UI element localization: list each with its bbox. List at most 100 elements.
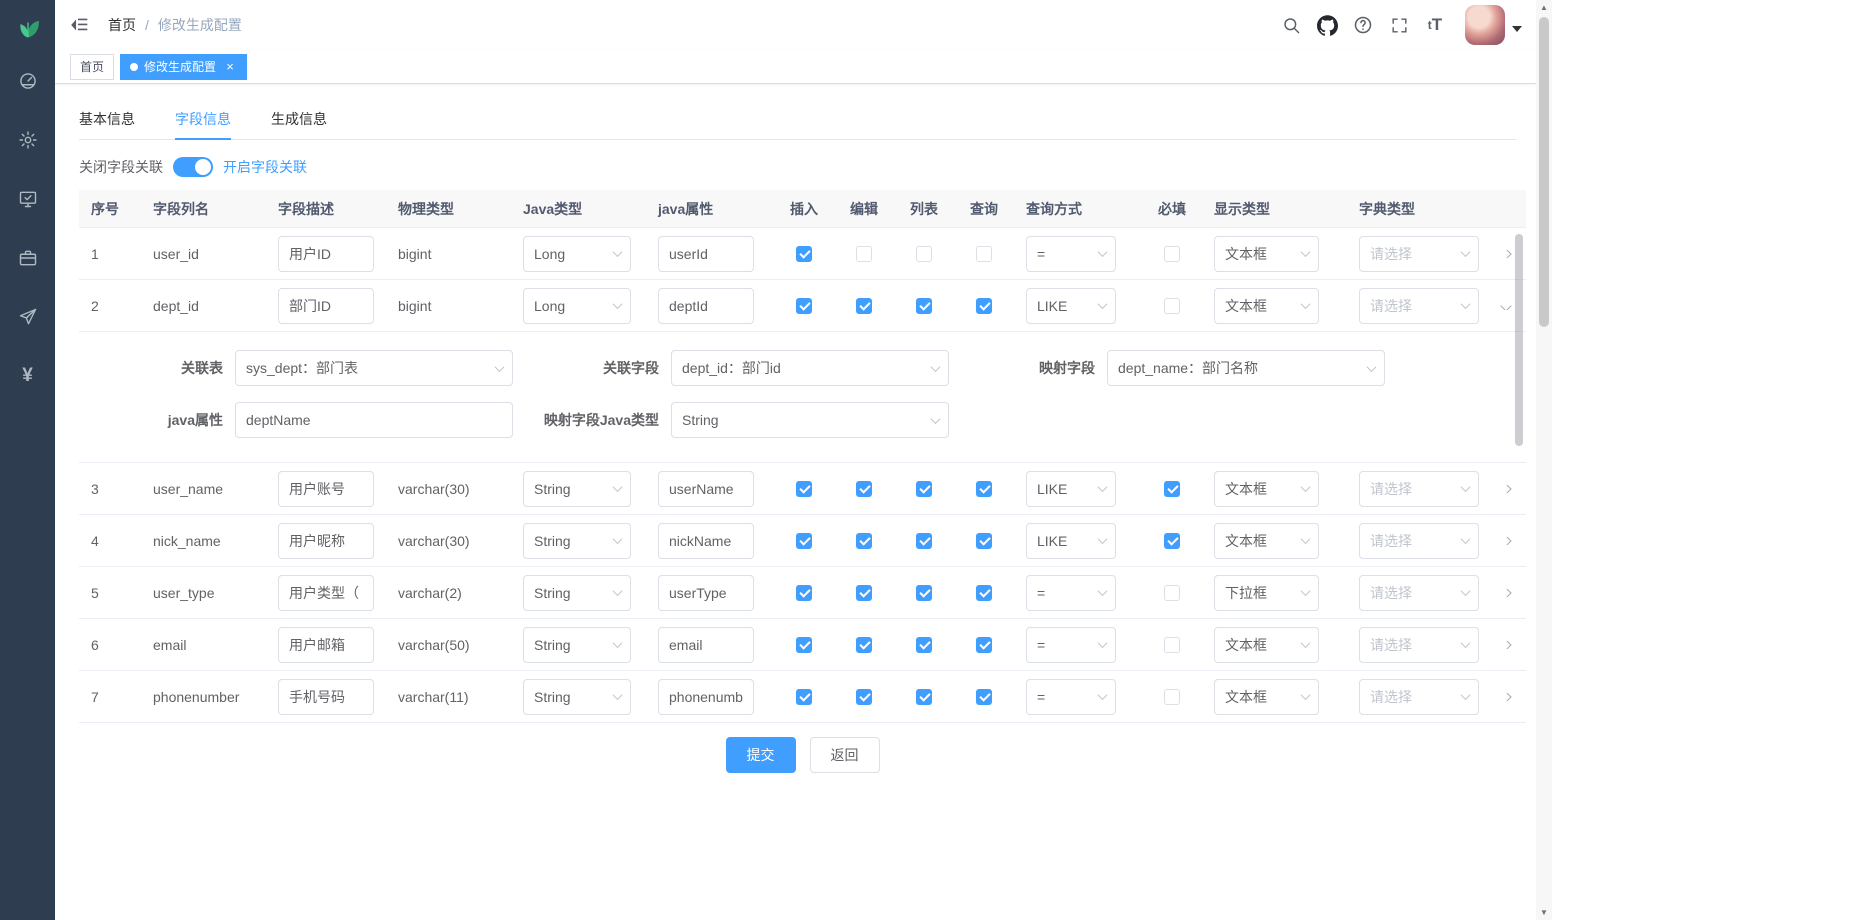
edit-checkbox[interactable] [856,481,872,497]
column-description-input[interactable] [278,288,374,324]
expand-row-icon[interactable] [1500,537,1511,545]
java-type-select[interactable]: String [523,575,631,611]
query-type-select[interactable]: LIKE [1026,288,1116,324]
list-checkbox[interactable] [916,637,932,653]
insert-checkbox[interactable] [796,637,812,653]
insert-checkbox[interactable] [796,585,812,601]
query-checkbox[interactable] [976,689,992,705]
dict-type-select[interactable]: 请选择 [1359,679,1479,715]
query-checkbox[interactable] [976,246,992,262]
paper-plane-icon[interactable] [16,305,40,329]
html-type-select[interactable]: 文本框 [1214,679,1319,715]
expand-row-icon[interactable] [1500,485,1511,493]
dict-type-select[interactable]: 请选择 [1359,627,1479,663]
query-type-select[interactable]: = [1026,236,1116,272]
insert-checkbox[interactable] [796,246,812,262]
edit-checkbox[interactable] [856,298,872,314]
java-attr-input[interactable] [235,402,513,438]
query-type-select[interactable]: = [1026,627,1116,663]
dict-type-select[interactable]: 请选择 [1359,236,1479,272]
query-checkbox[interactable] [976,481,992,497]
list-checkbox[interactable] [916,533,932,549]
dict-type-select[interactable]: 请选择 [1359,523,1479,559]
edit-checkbox[interactable] [856,689,872,705]
html-type-select[interactable]: 下拉框 [1214,575,1319,611]
java-type-select[interactable]: String [523,679,631,715]
query-type-select[interactable]: = [1026,575,1116,611]
expand-row-icon[interactable] [1500,693,1511,701]
fullscreen-icon[interactable] [1383,0,1415,50]
java-field-input[interactable] [658,575,754,611]
java-field-input[interactable] [658,471,754,507]
required-checkbox[interactable] [1164,533,1180,549]
page-scrollbar[interactable] [1536,0,1552,920]
dashboard-icon[interactable] [16,69,40,93]
edit-checkbox[interactable] [856,637,872,653]
required-checkbox[interactable] [1164,481,1180,497]
query-checkbox[interactable] [976,585,992,601]
query-checkbox[interactable] [976,298,992,314]
expand-row-icon[interactable] [1500,589,1511,597]
scroll-down-arrow-icon[interactable] [1536,905,1552,920]
java-field-input[interactable] [658,679,754,715]
java-type-select[interactable]: String [523,471,631,507]
collapse-sidebar-button[interactable] [70,0,92,50]
html-type-select[interactable]: 文本框 [1214,236,1319,272]
map-field-select[interactable]: dept_name：部门名称 [1107,350,1385,386]
map-java-type-select[interactable]: String [671,402,949,438]
user-menu[interactable] [1465,5,1522,45]
search-icon[interactable] [1275,0,1307,50]
java-type-select[interactable]: String [523,523,631,559]
yen-icon[interactable]: ¥ [16,364,40,388]
required-checkbox[interactable] [1164,637,1180,653]
tag-current[interactable]: 修改生成配置 [120,54,247,80]
required-checkbox[interactable] [1164,585,1180,601]
expand-row-icon[interactable] [1500,250,1511,258]
html-type-select[interactable]: 文本框 [1214,288,1319,324]
java-type-select[interactable]: String [523,627,631,663]
column-description-input[interactable] [278,523,374,559]
table-scrollbar-thumb[interactable] [1515,234,1523,446]
column-description-input[interactable] [278,627,374,663]
relation-field-select[interactable]: dept_id：部门id [671,350,949,386]
scroll-up-arrow-icon[interactable] [1536,0,1552,15]
dict-type-select[interactable]: 请选择 [1359,288,1479,324]
relation-table-select[interactable]: sys_dept：部门表 [235,350,513,386]
insert-checkbox[interactable] [796,298,812,314]
expand-row-icon[interactable] [1500,641,1511,649]
tab-field-info[interactable]: 字段信息 [175,100,231,139]
html-type-select[interactable]: 文本框 [1214,523,1319,559]
close-tag-icon[interactable] [223,60,237,74]
java-field-input[interactable] [658,288,754,324]
list-checkbox[interactable] [916,246,932,262]
query-type-select[interactable]: LIKE [1026,471,1116,507]
list-checkbox[interactable] [916,689,932,705]
java-field-input[interactable] [658,627,754,663]
tab-generate-info[interactable]: 生成信息 [271,100,327,139]
dict-type-select[interactable]: 请选择 [1359,471,1479,507]
query-checkbox[interactable] [976,533,992,549]
html-type-select[interactable]: 文本框 [1214,627,1319,663]
column-description-input[interactable] [278,679,374,715]
tag-home[interactable]: 首页 [70,54,114,80]
back-button[interactable]: 返回 [810,737,880,773]
page-scrollbar-thumb[interactable] [1539,17,1549,327]
required-checkbox[interactable] [1164,298,1180,314]
column-description-input[interactable] [278,575,374,611]
query-type-select[interactable]: LIKE [1026,523,1116,559]
field-relation-toggle[interactable] [173,157,213,177]
java-type-select[interactable]: Long [523,288,631,324]
query-type-select[interactable]: = [1026,679,1116,715]
dict-type-select[interactable]: 请选择 [1359,575,1479,611]
column-description-input[interactable] [278,471,374,507]
font-size-icon[interactable]: tT [1419,0,1451,50]
required-checkbox[interactable] [1164,246,1180,262]
collapse-row-icon[interactable] [1500,302,1511,310]
query-checkbox[interactable] [976,637,992,653]
submit-button[interactable]: 提交 [726,737,796,773]
java-type-select[interactable]: Long [523,236,631,272]
breadcrumb-home[interactable]: 首页 [108,15,136,35]
edit-checkbox[interactable] [856,533,872,549]
github-icon[interactable] [1311,0,1343,50]
html-type-select[interactable]: 文本框 [1214,471,1319,507]
